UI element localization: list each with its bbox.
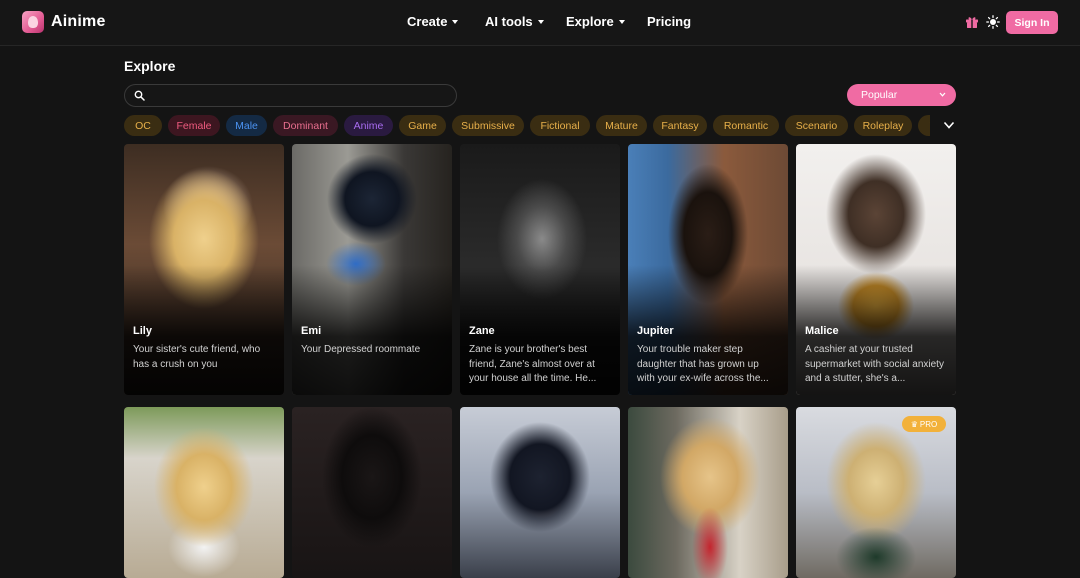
nav-ai-tools-label: AI tools (485, 14, 533, 29)
card-name: Malice (805, 325, 839, 337)
tag-chip[interactable]: Fictional (530, 115, 590, 136)
logo-icon (22, 11, 44, 33)
tag-chip[interactable]: Submissive (452, 115, 524, 136)
character-card[interactable]: Malice A cashier at your trusted superma… (796, 144, 956, 395)
nav-explore[interactable]: Explore (566, 14, 626, 29)
card-description: Zane is your brother's best friend, Zane… (469, 344, 597, 384)
top-header: Ainime Create AI tools Explore Pricing S… (0, 0, 1080, 46)
page-title: Explore (124, 58, 176, 74)
tag-chip[interactable]: Anime (344, 115, 393, 136)
search-bar[interactable] (124, 84, 457, 107)
nav-explore-label: Explore (566, 14, 614, 29)
tag-chip[interactable]: Male (226, 115, 267, 136)
chevron-down-icon[interactable] (943, 120, 955, 130)
tag-chip[interactable]: Scenario (785, 115, 848, 136)
card-name: Emi (301, 325, 322, 337)
character-card[interactable] (628, 407, 788, 578)
card-description: Your sister's cute friend, who has a cru… (133, 344, 261, 370)
card-description: Your Depressed roommate (301, 344, 421, 355)
character-card[interactable]: Emi Your Depressed roommate (292, 144, 452, 395)
search-icon (134, 90, 145, 101)
character-image (628, 407, 788, 578)
tag-chip[interactable]: Romantic (713, 115, 779, 136)
tag-chip[interactable]: OC (124, 115, 162, 136)
chevron-down-icon (452, 19, 459, 24)
sort-dropdown[interactable]: Popular (847, 84, 956, 106)
sign-in-button[interactable]: Sign In (1006, 11, 1058, 34)
character-image (796, 407, 956, 578)
crown-icon: ♛ (910, 419, 918, 429)
gift-icon[interactable] (965, 15, 979, 29)
character-card[interactable] (124, 407, 284, 578)
nav-pricing-label: Pricing (647, 14, 692, 29)
sort-value: Popular (861, 89, 898, 101)
pro-badge: ♛ PRO (902, 416, 946, 432)
card-name: Lily (133, 325, 152, 337)
search-input[interactable] (151, 87, 446, 104)
chevron-down-icon (939, 92, 946, 97)
card-name: Zane (469, 325, 495, 337)
character-image (460, 407, 620, 578)
character-image (292, 407, 452, 578)
character-card[interactable] (460, 407, 620, 578)
logo[interactable]: Ainime (22, 11, 106, 33)
character-card[interactable]: Jupiter Your trouble maker step daughter… (628, 144, 788, 395)
chevron-down-icon (537, 19, 544, 24)
tag-chip[interactable]: Female (168, 115, 220, 136)
tag-chip[interactable]: Mature (596, 115, 647, 136)
pro-badge-label: PRO (919, 419, 938, 429)
nav-create[interactable]: Create (407, 14, 459, 29)
chevron-down-icon (618, 19, 625, 24)
character-card[interactable]: Zane Zane is your brother's best friend,… (460, 144, 620, 395)
nav-ai-tools[interactable]: AI tools (485, 14, 545, 29)
card-description: Your trouble maker step daughter that ha… (637, 344, 769, 384)
character-image (124, 407, 284, 578)
tag-chip[interactable]: Dominant (273, 115, 338, 136)
nav-pricing[interactable]: Pricing (647, 14, 697, 29)
character-card[interactable]: Lily Your sister's cute friend, who has … (124, 144, 284, 395)
tag-chip[interactable]: Roleplay (854, 115, 912, 136)
character-card[interactable] (292, 407, 452, 578)
tag-chip[interactable]: Fantasy (653, 115, 707, 136)
app-title: Ainime (51, 13, 106, 30)
tag-chip[interactable]: T (918, 115, 930, 136)
character-card[interactable]: ♛ PRO (796, 407, 956, 578)
tag-chip[interactable]: Game (399, 115, 446, 136)
nav-create-label: Create (407, 14, 448, 29)
card-description: A cashier at your trusted supermarket wi… (805, 344, 944, 384)
tag-filter-row: OC Female Male Dominant Anime Game Submissive F… (124, 115, 930, 137)
sun-icon[interactable] (986, 15, 1000, 29)
card-name: Jupiter (637, 325, 674, 337)
